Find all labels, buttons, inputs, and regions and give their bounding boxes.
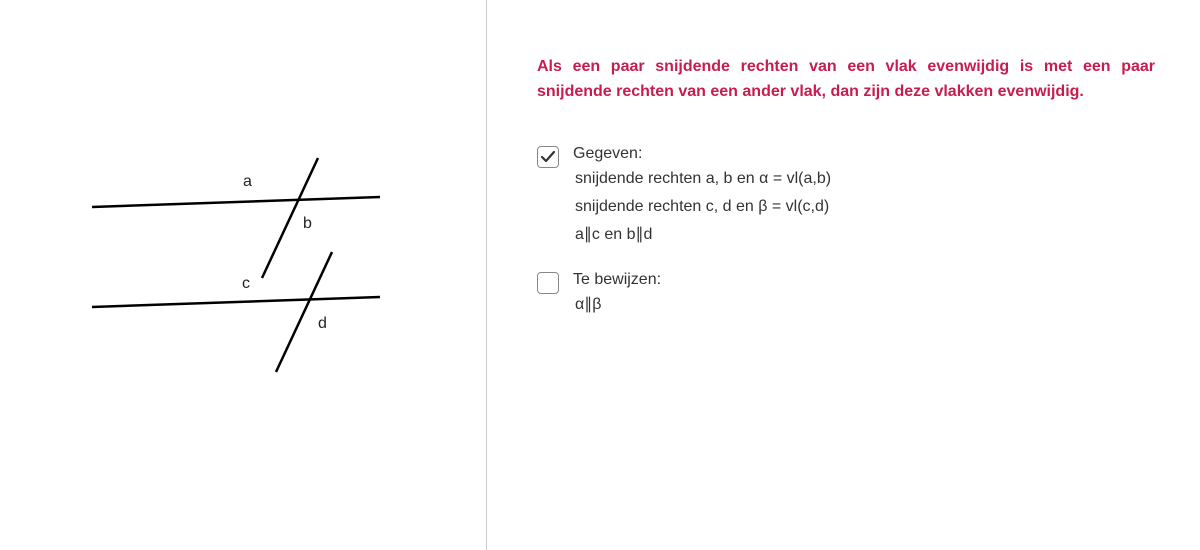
label-d: d — [318, 315, 327, 333]
toprove-checkbox[interactable] — [537, 272, 559, 294]
diagram-panel[interactable]: a b c d — [0, 0, 487, 550]
check-icon — [540, 149, 556, 165]
toprove-section: Te bewijzen: α∥β — [537, 271, 1155, 317]
toprove-title: Te bewijzen: — [573, 271, 661, 289]
text-panel: Als een paar snijdende rechten van een v… — [487, 0, 1200, 550]
given-line: snijdende rechten c, d en β = vl(c,d) — [575, 195, 831, 219]
toprove-line: α∥β — [575, 293, 661, 317]
given-content: Gegeven: snijdende rechten a, b en α = v… — [573, 145, 831, 247]
label-a: a — [243, 173, 252, 191]
toprove-content: Te bewijzen: α∥β — [573, 271, 661, 317]
given-checkbox[interactable] — [537, 146, 559, 168]
label-c: c — [242, 275, 250, 293]
theorem-statement: Als een paar snijdende rechten van een v… — [537, 55, 1155, 105]
given-line: a∥c en b∥d — [575, 223, 831, 247]
given-section: Gegeven: snijdende rechten a, b en α = v… — [537, 145, 1155, 247]
label-b: b — [303, 215, 312, 233]
given-line: snijdende rechten a, b en α = vl(a,b) — [575, 167, 831, 191]
given-title: Gegeven: — [573, 145, 831, 163]
